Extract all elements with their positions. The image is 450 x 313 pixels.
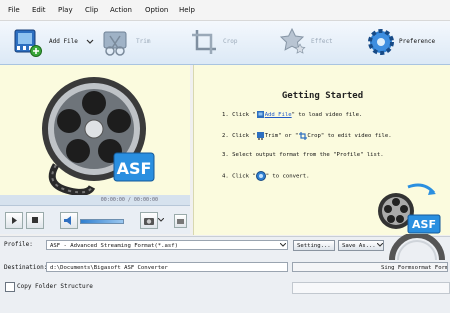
destination-status: Sing Formsormat Formats bbox=[292, 262, 448, 272]
menu-clip[interactable]: Clip bbox=[85, 6, 98, 14]
stop-icon bbox=[32, 217, 38, 223]
step-1-text-b: " to load video file. bbox=[291, 112, 363, 118]
status-text: Sing Formsormat Formats bbox=[381, 265, 447, 271]
preference-label: Preference bbox=[399, 38, 436, 45]
chevron-down-icon[interactable] bbox=[280, 243, 286, 248]
chevron-down-icon[interactable] bbox=[158, 218, 164, 223]
speaker-icon bbox=[64, 216, 71, 225]
destination-input[interactable]: d:\Documents\Bigasoft ASF Converter bbox=[46, 262, 288, 272]
gear-icon bbox=[368, 29, 394, 55]
preference-button[interactable]: Preference bbox=[362, 21, 450, 64]
step-4-text-b: " to convert. bbox=[265, 173, 310, 180]
trim-button[interactable]: Trim bbox=[96, 21, 176, 64]
step-2-text-b: Trim" or " bbox=[264, 133, 299, 139]
trim-icon bbox=[103, 31, 127, 56]
menu-option[interactable]: Option bbox=[145, 6, 168, 14]
progress-bar bbox=[292, 282, 450, 294]
add-file-icon bbox=[256, 111, 264, 118]
getting-started-title: Getting Started bbox=[281, 91, 364, 101]
add-file-icon bbox=[14, 29, 42, 57]
preview-timebar: 00:00:00 / 00:00:00 bbox=[0, 195, 190, 206]
play-icon bbox=[12, 217, 17, 224]
convert-icon bbox=[255, 171, 266, 181]
volume-button[interactable] bbox=[60, 212, 78, 229]
convert-button-icon[interactable] bbox=[388, 234, 446, 260]
step-1-text-a: 1. Click " bbox=[222, 112, 256, 118]
copy-folder-checkbox[interactable] bbox=[5, 282, 15, 292]
step-2: 2. Click " Trim" or " Crop" to edit video … bbox=[222, 131, 392, 140]
crop-icon bbox=[192, 30, 216, 54]
step-1: 1. Click " Add File" to load video file. bbox=[222, 110, 362, 119]
settings-button[interactable]: Setting... bbox=[293, 240, 335, 251]
add-file-link[interactable]: Add File bbox=[265, 112, 292, 118]
step-2-text-c: Crop" to edit video file. bbox=[307, 133, 392, 139]
destination-label: Destination: bbox=[4, 264, 48, 271]
step-4-text-a: 4. Click " bbox=[222, 173, 256, 180]
folder-button[interactable] bbox=[174, 214, 187, 228]
profile-value: ASF - Advanced Streaming Format(*.asf) bbox=[50, 243, 178, 249]
effect-button[interactable]: Effect bbox=[272, 21, 342, 64]
copy-folder-label: Copy Folder Structure bbox=[17, 283, 93, 290]
folder-icon bbox=[177, 219, 184, 224]
chevron-down-icon[interactable] bbox=[377, 243, 383, 248]
menu-edit[interactable]: Edit bbox=[32, 6, 46, 14]
menu-play[interactable]: Play bbox=[58, 6, 73, 14]
trim-label: Trim bbox=[136, 38, 151, 45]
effect-icon bbox=[279, 27, 306, 54]
getting-started-panel: Getting Started 1. Click " Add File" to l… bbox=[193, 65, 450, 235]
logo-badge-text: ASF bbox=[412, 218, 436, 231]
stop-button[interactable] bbox=[26, 212, 44, 229]
film-reel-logo: ASF bbox=[42, 77, 155, 195]
add-file-button[interactable]: Add File bbox=[0, 21, 95, 64]
menu-bar: File Edit Play Clip Action Option Help bbox=[0, 0, 450, 21]
step-3: 3. Select output format from the "Profil… bbox=[222, 152, 384, 158]
step-4: 4. Click " " to convert. bbox=[222, 171, 309, 181]
menu-help[interactable]: Help bbox=[179, 6, 195, 14]
player-controls bbox=[0, 206, 190, 234]
play-button[interactable] bbox=[5, 212, 23, 229]
profile-select[interactable]: ASF - Advanced Streaming Format(*.asf) bbox=[46, 240, 288, 250]
crop-label: Crop bbox=[223, 38, 238, 45]
asf-badge-text: ASF bbox=[117, 159, 152, 178]
volume-slider[interactable] bbox=[80, 219, 124, 224]
time-readout: 00:00:00 / 00:00:00 bbox=[100, 197, 158, 203]
add-file-label: Add File bbox=[49, 38, 78, 45]
chevron-down-icon[interactable] bbox=[86, 39, 94, 45]
step-2-text-a: 2. Click " bbox=[222, 133, 256, 139]
effect-label: Effect bbox=[311, 38, 333, 45]
preview-panel: ASF bbox=[0, 65, 190, 195]
asf-logo-icon: ASF bbox=[378, 183, 441, 234]
destination-value: d:\Documents\Bigasoft ASF Converter bbox=[50, 265, 168, 271]
crop-button[interactable]: Crop bbox=[186, 21, 246, 64]
camera-icon bbox=[144, 218, 154, 225]
toolbar: Add File Trim Crop Effect Preference bbox=[0, 21, 450, 65]
menu-file[interactable]: File bbox=[8, 6, 20, 14]
trim-icon bbox=[256, 132, 264, 140]
snapshot-button[interactable] bbox=[140, 212, 158, 229]
menu-action[interactable]: Action bbox=[110, 6, 132, 14]
profile-label: Profile: bbox=[4, 241, 33, 248]
